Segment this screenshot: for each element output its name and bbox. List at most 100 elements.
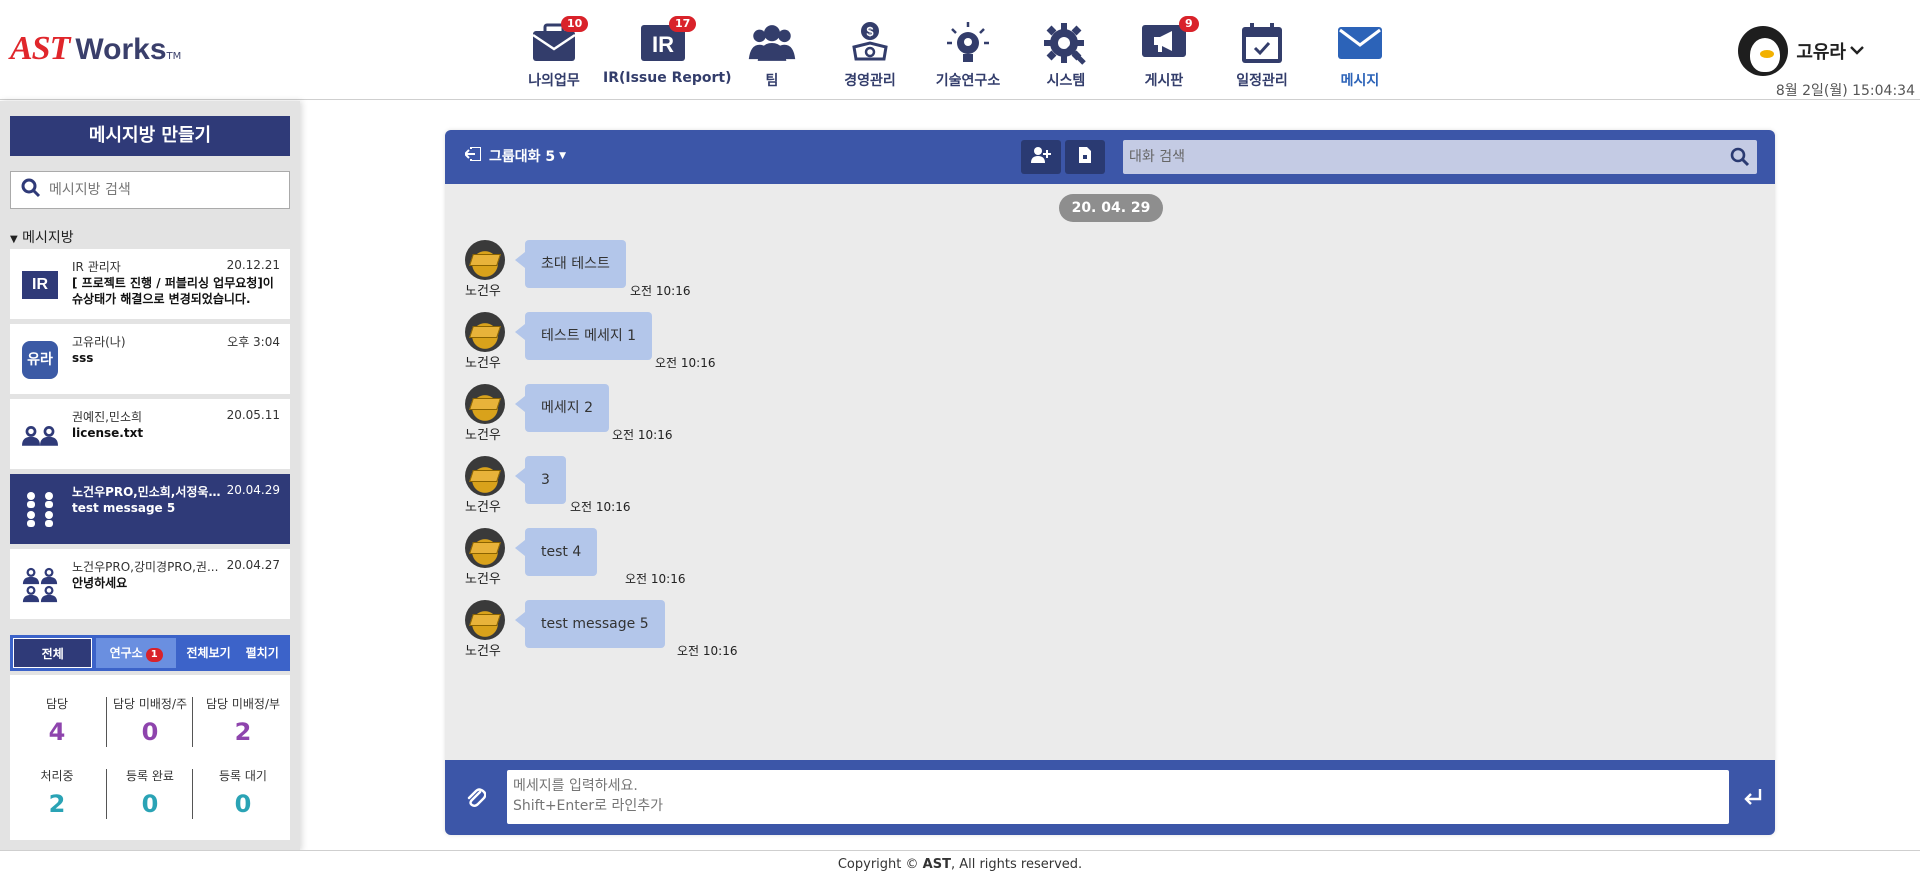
room-date: 20.05.11: [226, 408, 280, 422]
view-all-link[interactable]: 전체보기: [180, 638, 238, 668]
svg-text:IR: IR: [652, 32, 674, 57]
expand-link[interactable]: 펼치기: [237, 638, 287, 668]
sender-name: 노건우: [465, 356, 501, 371]
chevron-down-icon: [1850, 43, 1864, 59]
stat-label: 담당: [45, 697, 69, 711]
nav-management[interactable]: $ 경영관리: [821, 14, 919, 90]
nav-label: 시스템: [1046, 73, 1086, 89]
message-bubble[interactable]: 3: [515, 456, 566, 504]
message-bubble[interactable]: test 4: [514, 528, 598, 576]
message-time: 오전 10:16: [570, 500, 631, 514]
main-nav: 나의업무 10 IR IR(Issue Report) 17 팀 $ 경영관리: [505, 14, 1409, 90]
file-list-button[interactable]: [1065, 140, 1105, 174]
room-item[interactable]: 노건우PRO,강미경PRO,권... 20.04.27 안녕하세요: [10, 549, 290, 619]
gear-wrench-icon: [1041, 20, 1091, 66]
calendar-icon: [1237, 20, 1287, 66]
sender-avatar[interactable]: [465, 528, 505, 568]
chat-search-box: [1123, 140, 1757, 174]
stat-label: 담당 미배정/부: [205, 697, 281, 711]
chat-title-text: 그룹대화 5: [489, 149, 556, 165]
nav-team[interactable]: 팀: [723, 14, 821, 90]
message-time: 오전 10:16: [612, 428, 673, 442]
room-item[interactable]: 노건우PRO,민소희,서정욱... 20.04.29 test message …: [10, 474, 290, 544]
room-list: IR IR 관리자 20.12.21 [ 프로젝트 진행 / 퍼블리싱 업무요청…: [10, 249, 290, 624]
nav-label: 팀: [765, 73, 779, 89]
logo-ast: AST: [10, 30, 70, 67]
footer-suffix: , All rights reserved.: [950, 857, 1083, 872]
nav-message[interactable]: 메시지: [1311, 14, 1409, 90]
room-section-toggle[interactable]: ▼ 메시지방: [10, 227, 74, 247]
stat-assigned[interactable]: 담당 4: [14, 695, 100, 746]
stat-divider: [106, 697, 107, 747]
top-header: AST Works TM 나의업무 10 IR IR(Issue Report)…: [0, 0, 1920, 100]
ast-works-logo[interactable]: AST Works TM: [10, 30, 181, 68]
sender-name: 노건우: [465, 500, 501, 515]
room-item[interactable]: IR IR 관리자 20.12.21 [ 프로젝트 진행 / 퍼블리싱 업무요청…: [10, 249, 290, 319]
stat-in-progress[interactable]: 처리중 2: [14, 767, 100, 818]
sender-avatar[interactable]: [465, 456, 505, 496]
invite-user-button[interactable]: [1021, 140, 1061, 174]
tab-lab-label: 연구소: [109, 646, 143, 660]
tab-all[interactable]: 전체: [13, 638, 93, 668]
nav-issue-report[interactable]: IR IR(Issue Report) 17: [603, 14, 732, 90]
room-name: 노건우PRO,민소희,서정욱...: [72, 485, 222, 499]
nav-board[interactable]: 게시판 9: [1115, 14, 1213, 90]
message-bubble[interactable]: 초대 테스트: [515, 240, 626, 288]
stat-pending[interactable]: 등록 대기 0: [200, 767, 286, 818]
room-search-input[interactable]: [49, 182, 279, 198]
message-bubble[interactable]: 메세지 2: [515, 384, 609, 432]
room-name: 노건우PRO,강미경PRO,권...: [72, 560, 219, 574]
nav-schedule[interactable]: 일정관리: [1213, 14, 1311, 90]
nav-research[interactable]: 기술연구소: [919, 14, 1017, 90]
room-date: 오후 3:04: [227, 335, 280, 349]
nav-label: 나의업무: [528, 73, 580, 89]
message-item: 노건우 메세지 2 오전 10:16: [465, 384, 1755, 456]
room-item[interactable]: 권예진,민소희 20.05.11 license.txt: [10, 399, 290, 469]
message-room-sidebar: 메시지방 만들기 ▼ 메시지방 IR IR 관리자 20.12.21 [ 프로젝…: [0, 101, 300, 851]
stat-value: 0: [141, 718, 159, 746]
nav-label: 게시판: [1144, 73, 1184, 89]
chat-search-input[interactable]: [1123, 149, 1723, 165]
stat-unassigned-sub[interactable]: 담당 미배정/부 2: [200, 695, 286, 746]
search-icon[interactable]: [1723, 147, 1757, 167]
stat-label: 등록 완료: [126, 769, 174, 783]
chat-room-title[interactable]: 그룹대화 5 ▼: [463, 146, 566, 166]
message-bubble[interactable]: test message 5: [515, 600, 665, 648]
stat-registered[interactable]: 등록 완료 0: [107, 767, 193, 818]
paperclip-icon[interactable]: [463, 782, 489, 812]
room-last-message: 안녕하세요: [72, 576, 128, 590]
user-room-icon: 유라: [22, 341, 58, 379]
sender-avatar[interactable]: [465, 384, 505, 424]
chat-header: 그룹대화 5 ▼: [445, 130, 1775, 184]
message-list: 노건우 초대 테스트 오전 10:16 노건우 테스트 메세지 1 오전 10:…: [465, 240, 1755, 672]
user-menu[interactable]: 고유라: [1738, 26, 1864, 76]
sender-avatar[interactable]: [465, 240, 505, 280]
file-icon: [1079, 147, 1091, 167]
nav-my-work[interactable]: 나의업무 10: [505, 14, 603, 90]
stat-label: 처리중: [40, 769, 74, 783]
page-footer: Copyright © AST, All rights reserved.: [0, 850, 1920, 880]
room-last-message: test message 5: [72, 501, 176, 515]
sender-avatar[interactable]: [465, 312, 505, 352]
logo-tm: TM: [166, 51, 182, 62]
room-name: 고유라(나): [72, 335, 126, 349]
avatar: [1738, 26, 1789, 76]
message-item: 노건우 test 4 오전 10:16: [465, 528, 1755, 600]
room-search-box: [10, 171, 290, 209]
sender-name: 노건우: [465, 572, 501, 587]
room-name: 권예진,민소희: [72, 410, 143, 424]
message-input[interactable]: [507, 770, 1729, 824]
svg-text:$: $: [866, 24, 874, 39]
tab-lab[interactable]: 연구소 1: [96, 638, 176, 668]
message-time: 오전 10:16: [630, 284, 691, 298]
exit-room-icon[interactable]: [463, 146, 482, 165]
add-user-icon: [1031, 147, 1051, 167]
message-item: 노건우 3 오전 10:16: [465, 456, 1755, 528]
message-bubble[interactable]: 테스트 메세지 1: [514, 312, 653, 360]
room-item[interactable]: 유라 고유라(나) 오후 3:04 sss: [10, 324, 290, 394]
make-room-button[interactable]: 메시지방 만들기: [10, 116, 290, 156]
send-enter-icon[interactable]: [1741, 784, 1765, 810]
nav-system[interactable]: 시스템: [1017, 14, 1115, 90]
stat-unassigned-main[interactable]: 담당 미배정/주 0: [107, 695, 193, 746]
sender-avatar[interactable]: [465, 600, 505, 640]
